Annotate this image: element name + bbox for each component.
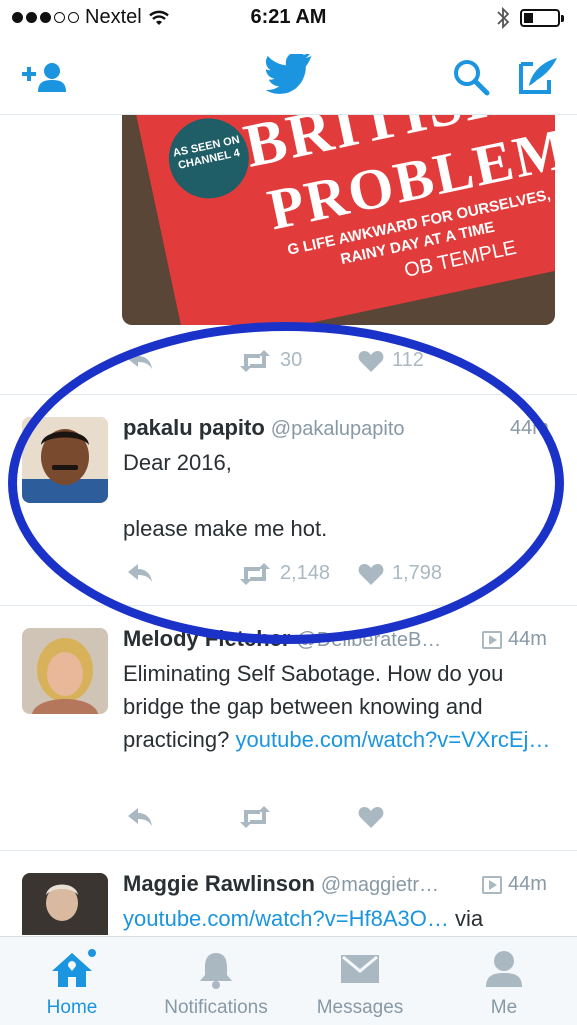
tweet-link[interactable]: youtube.com/watch?v=VXrcEj… xyxy=(236,727,551,752)
author-name[interactable]: Melody Fletcher @DeliberateB… xyxy=(123,626,441,652)
home-icon xyxy=(52,949,96,987)
tab-me-label: Me xyxy=(490,997,518,1018)
add-user-icon[interactable] xyxy=(20,60,68,94)
retweet-icon xyxy=(240,562,270,585)
tab-me[interactable]: Me xyxy=(432,937,576,1025)
tab-home[interactable]: Home xyxy=(0,937,144,1025)
tweet-text-line1: Dear 2016, xyxy=(123,450,232,475)
avatar-photo xyxy=(22,417,108,503)
bell-icon xyxy=(200,953,232,989)
user-handle[interactable]: @maggietr… xyxy=(321,874,439,896)
tab-bar: Home Notifications Messages Me xyxy=(0,936,577,1025)
video-icon xyxy=(482,875,502,894)
compose-icon[interactable] xyxy=(517,56,559,96)
tweet-time[interactable]: 44m xyxy=(510,417,549,440)
clock: 6:21 AM xyxy=(250,6,327,28)
like-button[interactable] xyxy=(358,806,384,828)
tweet-body: via xyxy=(448,906,484,931)
retweet-button[interactable]: 2,148 xyxy=(238,562,330,585)
retweet-icon xyxy=(240,349,270,372)
heart-icon xyxy=(358,350,384,372)
tweet-text-line2: please make me hot. xyxy=(123,516,328,541)
tweet-melody-fletcher[interactable]: Melody Fletcher @DeliberateB… 44m Elimina… xyxy=(0,606,577,851)
reply-button[interactable] xyxy=(126,806,154,828)
tweet-time[interactable]: 44m xyxy=(508,873,547,895)
reply-button[interactable] xyxy=(126,349,154,371)
like-button[interactable]: 112 xyxy=(358,349,424,372)
tweet-time[interactable]: 44m xyxy=(508,628,547,650)
bluetooth-icon xyxy=(497,6,510,30)
top-nav-bar xyxy=(0,38,577,115)
retweet-count: 30 xyxy=(280,349,303,371)
user-handle[interactable]: @pakalupapito xyxy=(271,418,405,440)
retweet-button[interactable]: 30 xyxy=(238,349,302,372)
avatar-photo xyxy=(22,628,108,714)
tab-messages[interactable]: Messages xyxy=(288,937,432,1025)
envelope-icon xyxy=(341,955,379,983)
author-name[interactable]: Maggie Rawlinson @maggietr… xyxy=(123,871,439,897)
tab-notifications-label: Notifications xyxy=(164,997,268,1018)
user-handle[interactable]: @DeliberateB… xyxy=(296,629,441,651)
tweet-text: Eliminating Self Sabotage. How do you br… xyxy=(123,657,553,756)
reply-icon xyxy=(128,351,152,369)
display-name[interactable]: Melody Fletcher xyxy=(123,626,290,651)
person-icon xyxy=(486,951,522,987)
display-name[interactable]: Maggie Rawlinson xyxy=(123,871,315,896)
like-count: 1,798 xyxy=(392,562,443,584)
timeline[interactable]: AS SEEN ON CHANNEL 4 BRITISH PROBLEMS G … xyxy=(0,115,577,935)
heart-icon xyxy=(358,563,384,585)
video-icon xyxy=(482,630,502,649)
heart-icon xyxy=(358,807,384,828)
reply-icon xyxy=(128,564,152,582)
display-name[interactable]: pakalu papito xyxy=(123,415,265,440)
reply-icon xyxy=(128,808,152,826)
tweet-time-wrap: 44m xyxy=(480,873,547,896)
tweet-media[interactable]: AS SEEN ON CHANNEL 4 BRITISH PROBLEMS G … xyxy=(0,115,577,395)
search-icon[interactable] xyxy=(452,58,490,96)
book-cover: AS SEEN ON CHANNEL 4 BRITISH PROBLEMS G … xyxy=(132,115,555,325)
tweet-image[interactable]: AS SEEN ON CHANNEL 4 BRITISH PROBLEMS G … xyxy=(122,115,555,325)
tweet-time-wrap: 44m xyxy=(480,628,547,651)
retweet-button[interactable] xyxy=(238,806,272,828)
tweet-pakalu-papito[interactable]: pakalu papito @pakalupapito 44m Dear 2016… xyxy=(0,395,577,606)
reply-button[interactable] xyxy=(126,562,154,584)
tab-messages-label: Messages xyxy=(316,997,404,1018)
twitter-bird-icon[interactable] xyxy=(264,54,314,96)
retweet-count: 2,148 xyxy=(280,562,331,584)
tab-home-label: Home xyxy=(46,997,98,1018)
avatar[interactable] xyxy=(22,873,108,935)
like-button[interactable]: 1,798 xyxy=(358,562,442,585)
avatar[interactable] xyxy=(22,417,108,503)
tab-notifications[interactable]: Notifications xyxy=(144,937,288,1025)
tweet-maggie-rawlinson[interactable]: Maggie Rawlinson @maggietr… 44m youtube.c… xyxy=(0,851,577,935)
avatar[interactable] xyxy=(22,628,108,714)
tweet-link[interactable]: youtube.com/watch?v=Hf8A3O… xyxy=(123,906,449,931)
author-name[interactable]: pakalu papito @pakalupapito xyxy=(123,415,405,441)
status-bar: Nextel 6:21 AM xyxy=(0,0,577,38)
battery-icon xyxy=(520,9,564,27)
like-count: 112 xyxy=(392,349,424,371)
avatar-photo xyxy=(22,873,108,935)
retweet-icon xyxy=(240,806,270,828)
tweet-text: youtube.com/watch?v=Hf8A3O… via xyxy=(123,902,553,935)
